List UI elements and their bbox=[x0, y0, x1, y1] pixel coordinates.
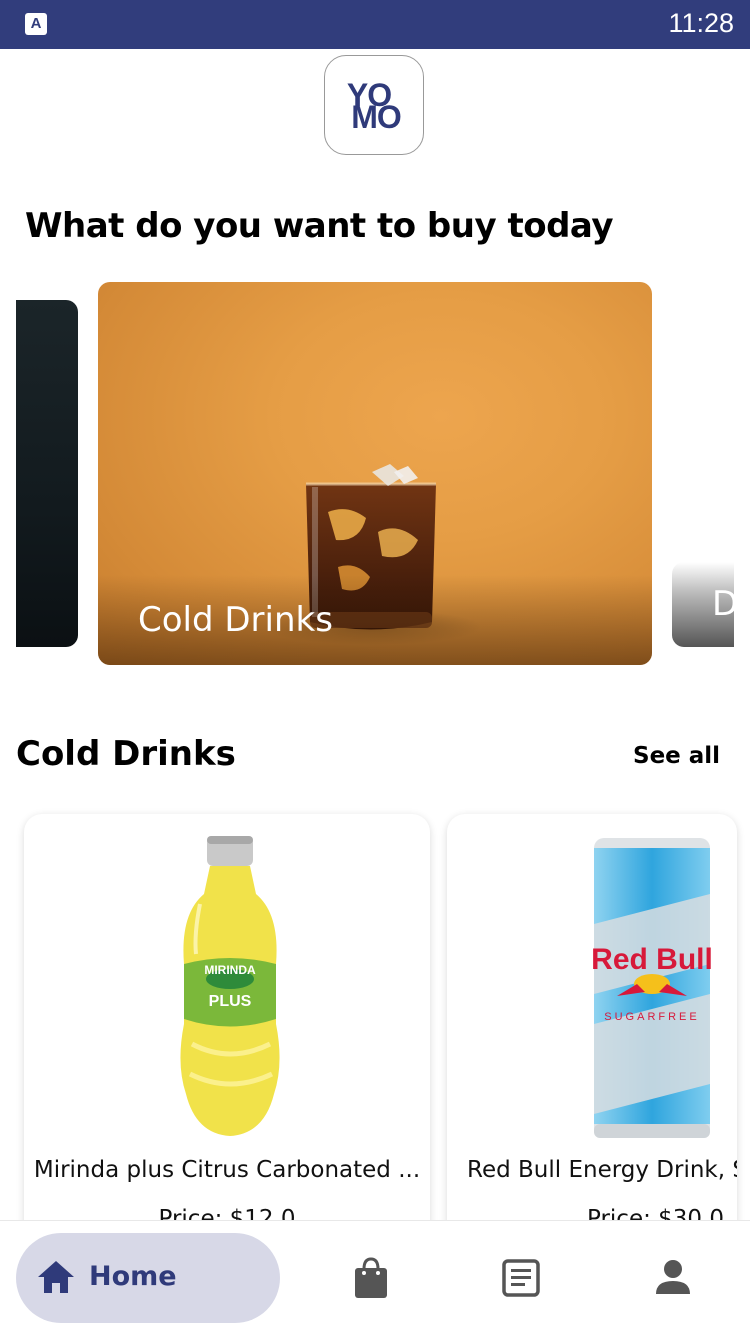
mirinda-bottle-image: MIRINDA PLUS bbox=[180, 836, 280, 1136]
carousel-card-label: Cold Drinks bbox=[138, 600, 333, 640]
carousel-card-next[interactable]: D bbox=[672, 562, 738, 647]
product-name: Mirinda plus Citrus Carbonated ... bbox=[33, 1157, 421, 1183]
product-card-mirinda[interactable]: MIRINDA PLUS Mirinda plus Citrus Carbona… bbox=[24, 814, 430, 1254]
section-title: Cold Drinks bbox=[16, 734, 236, 774]
page-heading: What do you want to buy today bbox=[25, 206, 614, 246]
status-time: 11:28 bbox=[668, 8, 734, 38]
logo-line-2: MO bbox=[351, 99, 402, 135]
status-bar: A 11:28 bbox=[0, 0, 750, 49]
profile-icon[interactable] bbox=[655, 1259, 691, 1295]
product-name: Red Bull Energy Drink, Su bbox=[467, 1157, 737, 1183]
shopping-bag-icon[interactable] bbox=[354, 1257, 388, 1299]
home-icon bbox=[38, 1261, 74, 1293]
product-card-red-bull[interactable]: Red Bull SUGARFREE Red Bull Energy Drink… bbox=[447, 814, 737, 1254]
app-notification-icon: A bbox=[25, 13, 47, 35]
svg-text:PLUS: PLUS bbox=[209, 993, 252, 1010]
svg-text:MIRINDA: MIRINDA bbox=[204, 963, 256, 977]
bottom-navigation: Home bbox=[0, 1220, 750, 1335]
orders-icon[interactable] bbox=[502, 1259, 540, 1297]
red-bull-can-image: Red Bull SUGARFREE bbox=[591, 838, 713, 1138]
svg-text:SUGARFREE: SUGARFREE bbox=[604, 1011, 699, 1023]
carousel-card-previous[interactable] bbox=[16, 300, 78, 647]
nav-item-home[interactable]: Home bbox=[16, 1233, 280, 1323]
carousel-card-cold-drinks[interactable]: Cold Drinks bbox=[98, 282, 652, 665]
svg-text:Red Bull: Red Bull bbox=[591, 943, 713, 976]
nav-home-label: Home bbox=[89, 1261, 177, 1292]
carousel-card-next-label: D bbox=[712, 584, 739, 624]
see-all-link[interactable]: See all bbox=[633, 743, 720, 769]
app-logo: YO MO bbox=[324, 55, 424, 155]
